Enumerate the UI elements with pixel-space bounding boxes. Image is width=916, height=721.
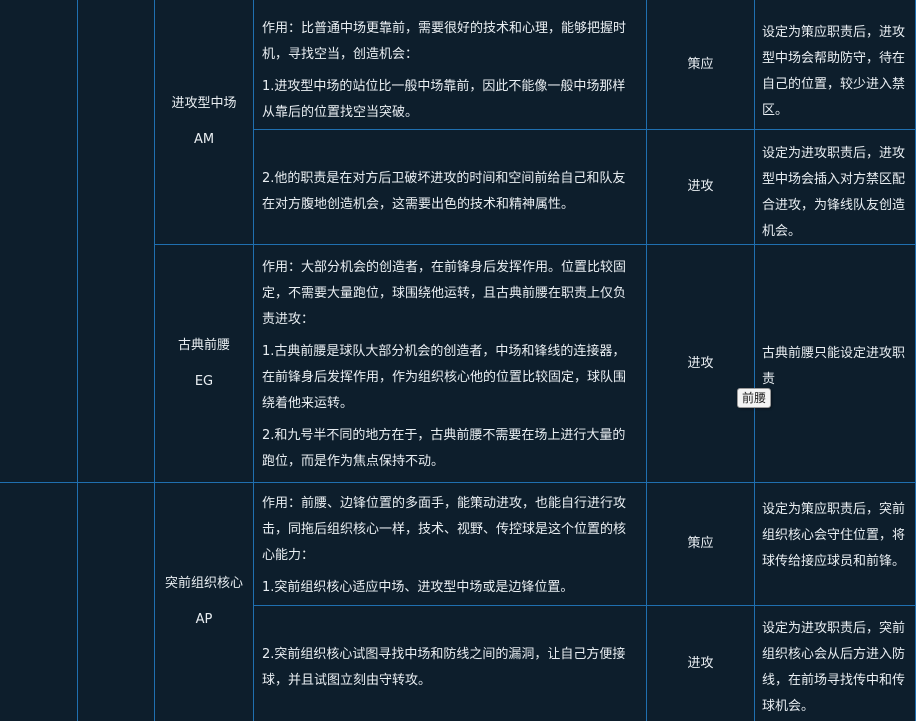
note-text: 设定为进攻职责后，突前组织核心会从后方进入防线，在前场寻找传中和传球机会。: [762, 621, 906, 714]
duty-label: 进攻: [687, 355, 714, 371]
role-table: 进攻型中场 AM 作用：比普通中场更靠前，需要很好的技术和心理，能够把握时机，寻…: [0, 0, 916, 721]
description-paragraph: 2.和九号半不同的地方在于，古典前腰不需要在场上进行大量的跑位，而是作为焦点保持…: [262, 428, 626, 469]
description-paragraph: 作用：比普通中场更靠前，需要很好的技术和心理，能够把握时机，寻找空当，创造机会：: [262, 21, 627, 62]
role-code: AM: [193, 132, 215, 147]
category-cell: [0, 483, 78, 721]
description-cell: 2.他的职责是在对方后卫破坏进攻的时间和空间前给自己和队友在对方腹地创造机会，这…: [254, 130, 647, 245]
description-cell: 2.突前组织核心试图寻找中场和防线之间的漏洞，让自己方便接球，并且试图立刻由守转…: [254, 606, 647, 721]
note-cell: 设定为进攻职责后，突前组织核心会从后方进入防线，在前场寻找传中和传球机会。: [755, 606, 916, 721]
note-cell: 古典前腰只能设定进攻职责: [755, 245, 916, 483]
note-text: 设定为策应职责后，进攻型中场会帮助防守，待在自己的位置，较少进入禁区。: [762, 25, 906, 118]
description-paragraph: 2.他的职责是在对方后卫破坏进攻的时间和空间前给自己和队友在对方腹地创造机会，这…: [262, 171, 626, 212]
category-cell: [0, 0, 78, 483]
duty-label: 策应: [687, 536, 714, 551]
role-cell-am: 进攻型中场 AM: [155, 0, 254, 245]
description-cell: 作用：大部分机会的创造者，在前锋身后发挥作用。位置比较固定，不需要大量跑位，球围…: [254, 245, 647, 483]
tooltip: 前腰: [737, 388, 772, 408]
role-code: AP: [195, 612, 213, 627]
role-cell-eg: 古典前腰 EG: [155, 245, 254, 483]
position-cell: [78, 0, 155, 483]
duty-label: 策应: [687, 56, 714, 72]
description-paragraph: 1.古典前腰是球队大部分机会的创造者，中场和锋线的连接器，在前锋身后发挥作用，作…: [262, 344, 627, 411]
description-paragraph: 作用：前腰、边锋位置的多面手，能策动进攻，也能自行进行攻击，同拖后组织核心一样，…: [262, 496, 627, 563]
duty-label: 进攻: [687, 179, 714, 194]
duty-cell: 进攻: [647, 130, 755, 245]
description-paragraph: 1.进攻型中场的站位比一般中场靠前，因此不能像一般中场那样从靠后的位置找空当突破…: [262, 79, 626, 120]
duty-cell: 进攻: [647, 245, 755, 483]
note-cell: 设定为策应职责后，进攻型中场会帮助防守，待在自己的位置，较少进入禁区。: [755, 0, 916, 130]
role-cell-ap: 突前组织核心 AP: [155, 483, 254, 721]
role-name: 进攻型中场: [171, 96, 237, 111]
note-text: 古典前腰只能设定进攻职责: [762, 346, 906, 387]
duty-label: 进攻: [687, 655, 714, 671]
position-cell: [78, 483, 155, 721]
duty-cell: 进攻: [647, 606, 755, 721]
note-cell: 设定为策应职责后，突前组织核心会守住位置，将球传给接应球员和前锋。: [755, 483, 916, 606]
duty-cell: 策应: [647, 483, 755, 606]
note-cell: 设定为进攻职责后，进攻型中场会插入对方禁区配合进攻，为锋线队友创造机会。: [755, 130, 916, 245]
description-paragraph: 1.突前组织核心适应中场、进攻型中场或是边锋位置。: [262, 580, 574, 595]
role-code: EG: [194, 373, 214, 389]
description-cell: 作用：比普通中场更靠前，需要很好的技术和心理，能够把握时机，寻找空当，创造机会：…: [254, 0, 647, 130]
note-text: 设定为进攻职责后，进攻型中场会插入对方禁区配合进攻，为锋线队友创造机会。: [762, 146, 906, 239]
description-cell: 作用：前腰、边锋位置的多面手，能策动进攻，也能自行进行攻击，同拖后组织核心一样，…: [254, 483, 647, 606]
duty-cell: 策应: [647, 0, 755, 130]
role-name: 古典前腰: [177, 337, 230, 353]
description-paragraph: 2.突前组织核心试图寻找中场和防线之间的漏洞，让自己方便接球，并且试图立刻由守转…: [262, 647, 626, 688]
role-name: 突前组织核心: [164, 576, 243, 591]
description-paragraph: 作用：大部分机会的创造者，在前锋身后发挥作用。位置比较固定，不需要大量跑位，球围…: [262, 260, 627, 327]
note-text: 设定为策应职责后，突前组织核心会守住位置，将球传给接应球员和前锋。: [762, 502, 906, 569]
